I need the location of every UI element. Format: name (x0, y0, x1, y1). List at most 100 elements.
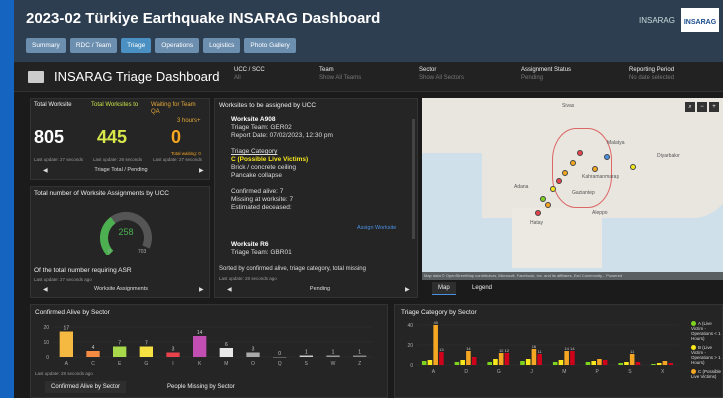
map-view[interactable]: Sivas Malatya Diyarbakır Kahramanmaraş G… (422, 98, 723, 280)
bar[interactable] (662, 361, 668, 365)
bar[interactable] (498, 353, 504, 365)
bar[interactable] (629, 354, 635, 365)
worksite-marker[interactable] (545, 202, 551, 208)
bar[interactable] (624, 362, 629, 365)
bar[interactable] (487, 362, 492, 365)
worksite-marker[interactable] (592, 166, 598, 172)
bar[interactable] (651, 364, 656, 365)
worksite-card[interactable]: Worksite A908 Triage Team: GER02 Report … (231, 116, 411, 212)
worksite-marker[interactable] (540, 196, 546, 202)
prev-arrow[interactable]: ◀ (43, 167, 48, 174)
bar[interactable] (246, 352, 260, 358)
bar[interactable] (602, 360, 608, 365)
bar[interactable] (219, 348, 233, 357)
bar-value-label: 14 (197, 330, 203, 336)
filter-reporting-period[interactable]: Reporting Period No date selected (629, 67, 674, 81)
bar[interactable] (591, 361, 596, 365)
tab-confirmed-alive-by-sector[interactable]: Confirmed Alive by Sector (45, 381, 127, 393)
map-label-diyarbakir: Diyarbakır (657, 153, 680, 159)
tab-map[interactable]: Map (432, 282, 456, 295)
bar[interactable] (59, 331, 73, 358)
zoom-in-icon[interactable]: + (709, 102, 719, 112)
tab-legend[interactable]: Legend (466, 282, 498, 294)
bar[interactable] (439, 352, 444, 365)
bar[interactable] (353, 355, 367, 358)
tab-rdc-team[interactable]: RDC / Team (69, 38, 118, 53)
bar[interactable] (471, 357, 477, 365)
dashboard-icon (28, 71, 44, 83)
legend-item: A (Live Victim - Operations < 1 Hours) (691, 321, 723, 341)
bar[interactable] (618, 363, 623, 365)
bar[interactable] (537, 354, 542, 365)
gauge-next-arrow[interactable]: ▶ (199, 286, 204, 293)
worksite-card-2[interactable]: Worksite R6 Triage Team: GBR01 (231, 241, 411, 257)
tab-summary[interactable]: Summary (26, 38, 66, 53)
bar[interactable] (113, 346, 127, 358)
bar[interactable] (531, 349, 537, 365)
worksite-marker[interactable] (577, 150, 583, 156)
y-tick-label: 10 (43, 340, 49, 346)
bar[interactable] (525, 359, 531, 365)
dashboard-header: INSARAG Triage Dashboard UCC / SCC All Te… (14, 62, 723, 92)
bar-value-label: 14 (466, 346, 471, 351)
bar[interactable] (421, 361, 427, 365)
worksite-marker[interactable] (550, 186, 556, 192)
bar[interactable] (466, 351, 471, 365)
filter-team[interactable]: Team Show All Teams (319, 67, 361, 81)
worksites-prev-arrow[interactable]: ◀ (227, 286, 232, 293)
bar[interactable] (597, 359, 602, 365)
bar[interactable] (564, 351, 569, 365)
bar[interactable] (493, 359, 498, 365)
worksites-next-arrow[interactable]: ▶ (405, 286, 410, 293)
bar[interactable] (86, 351, 100, 357)
filter-sector[interactable]: Sector Show All Sectors (419, 67, 464, 81)
land-mass-south (512, 208, 602, 268)
next-arrow[interactable]: ▶ (199, 167, 204, 174)
worksite-marker[interactable] (562, 170, 568, 176)
tab-logistics[interactable]: Logistics (203, 38, 241, 53)
bar-value-label: 45 (433, 320, 438, 325)
bar[interactable] (668, 363, 673, 365)
waiting-value: 0 (171, 127, 182, 147)
bar[interactable] (454, 362, 460, 365)
filter-ucc[interactable]: UCC / SCC All (234, 67, 265, 81)
insarag-logo: INSARAG (681, 8, 719, 32)
bar[interactable] (520, 361, 525, 365)
gauge-prev-arrow[interactable]: ◀ (43, 286, 48, 293)
bar[interactable] (326, 355, 340, 358)
bar[interactable] (166, 352, 180, 358)
worksite-marker[interactable] (535, 210, 541, 216)
bar[interactable] (193, 336, 207, 357)
bar[interactable] (299, 355, 313, 358)
bar[interactable] (427, 360, 433, 365)
worksites-scrollbar[interactable] (412, 119, 415, 239)
tab-triage[interactable]: Triage (121, 38, 152, 53)
triage-category-panel: Triage Category by Sector 0 20 40 45 13 A 14 D 1… (394, 304, 723, 398)
worksite-marker[interactable] (570, 160, 576, 166)
y-tick-label: 0 (46, 355, 49, 361)
bar[interactable] (585, 362, 591, 365)
search-icon[interactable]: ⌕ (685, 102, 695, 112)
bar[interactable] (504, 353, 510, 365)
bar[interactable] (273, 357, 287, 358)
tab-photo-gallery[interactable]: Photo Gallery (244, 38, 296, 53)
bar-value-label: 12 (499, 348, 504, 353)
bar[interactable] (656, 363, 662, 365)
stats-footer: Triage Total / Pending (94, 167, 148, 173)
bar[interactable] (635, 362, 641, 365)
bar[interactable] (139, 346, 153, 358)
bar[interactable] (552, 362, 558, 365)
zoom-out-icon[interactable]: − (697, 102, 707, 112)
assign-worksite-link[interactable]: Assign Worksite (357, 225, 396, 231)
worksite-marker[interactable] (604, 154, 610, 160)
bar[interactable] (433, 325, 438, 365)
tab-people-missing-by-sector[interactable]: People Missing by Sector (161, 381, 241, 393)
bar[interactable] (570, 351, 575, 365)
bar[interactable] (558, 360, 564, 365)
worksite-marker[interactable] (630, 164, 636, 170)
filter-assignment-status[interactable]: Assignment Status Pending (521, 67, 571, 81)
worksite-marker[interactable] (556, 178, 562, 184)
worksite-name: Worksite A908 (231, 116, 276, 123)
bar[interactable] (460, 360, 465, 365)
tab-operations[interactable]: Operations (155, 38, 200, 53)
